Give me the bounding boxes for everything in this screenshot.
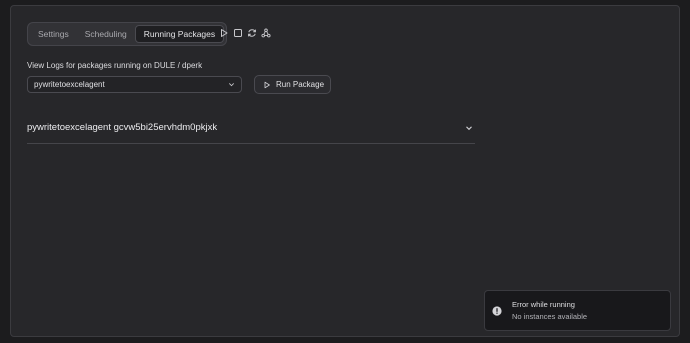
run-package-button[interactable]: Run Package <box>254 75 332 94</box>
toast-description: No instances available <box>512 312 588 321</box>
toolbar <box>218 27 271 38</box>
play-icon <box>264 81 270 88</box>
toast-title: Error while running <box>512 300 575 309</box>
main-panel: Settings Scheduling Running Packages Vie… <box>10 5 680 337</box>
run-package-label: Run Package <box>276 80 325 89</box>
tab-scheduling[interactable]: Scheduling <box>77 25 135 43</box>
package-select[interactable]: pywritetoexcelagent <box>27 76 242 93</box>
package-select-value: pywritetoexcelagent <box>34 80 105 89</box>
tab-settings[interactable]: Settings <box>30 25 77 43</box>
chevron-down-icon <box>466 125 472 130</box>
tab-running-packages[interactable]: Running Packages <box>134 25 225 43</box>
instance-title: pywritetoexcelagent gcvw5bi25ervhdm0pkjx… <box>27 122 218 133</box>
error-toast: Error while running No instances availab… <box>484 290 671 331</box>
error-icon <box>492 305 502 316</box>
instance-accordion[interactable]: pywritetoexcelagent gcvw5bi25ervhdm0pkjx… <box>27 118 475 144</box>
tab-bar: Settings Scheduling Running Packages <box>27 22 228 46</box>
logs-section-label: View Logs for packages running on DULE /… <box>27 61 203 70</box>
refresh-icon[interactable] <box>246 27 257 38</box>
stop-icon[interactable] <box>232 27 243 38</box>
play-icon[interactable] <box>218 27 229 38</box>
chevron-down-icon <box>229 83 234 87</box>
graph-icon[interactable] <box>260 27 271 38</box>
